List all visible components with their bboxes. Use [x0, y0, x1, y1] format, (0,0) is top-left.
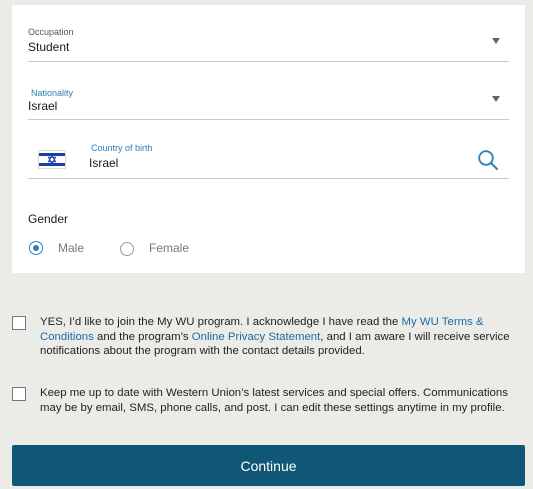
country-of-birth-input[interactable] [89, 156, 469, 170]
female-radio[interactable] [120, 242, 134, 256]
gender-label: Gender [28, 212, 69, 226]
male-label[interactable]: Male [58, 241, 84, 255]
marketing-consent-text: Keep me up to date with Western Union’s … [40, 387, 508, 414]
male-radio[interactable] [29, 241, 43, 255]
nationality-label: Nationality [31, 88, 74, 98]
marketing-consent-checkbox[interactable] [12, 387, 26, 401]
mywu-consent-text: YES, I’d like to join the My WU program.… [40, 315, 524, 359]
consent-text-part: and the program’s [93, 330, 192, 343]
israel-flag-icon [38, 150, 66, 169]
occupation-label: Occupation [28, 27, 74, 37]
search-icon[interactable] [477, 149, 499, 171]
occupation-select[interactable]: Occupation Student [28, 23, 509, 62]
nationality-select[interactable]: Nationality Israel [28, 83, 509, 120]
country-of-birth-label: Country of birth [91, 143, 153, 153]
occupation-value: Student [28, 40, 70, 54]
country-of-birth-field[interactable]: Country of birth [28, 137, 509, 179]
personal-details-card: Occupation Student Nationality Israel Co… [12, 5, 525, 273]
consent-text-part: YES, I’d like to join the My WU program.… [40, 316, 402, 328]
privacy-statement-link[interactable]: Online Privacy Statement [192, 331, 321, 343]
chevron-down-icon [492, 38, 500, 44]
chevron-down-icon [492, 96, 500, 102]
nationality-value: Israel [28, 99, 58, 113]
continue-button[interactable]: Continue [12, 445, 525, 486]
female-label[interactable]: Female [149, 241, 189, 255]
mywu-consent-checkbox[interactable] [12, 316, 26, 330]
